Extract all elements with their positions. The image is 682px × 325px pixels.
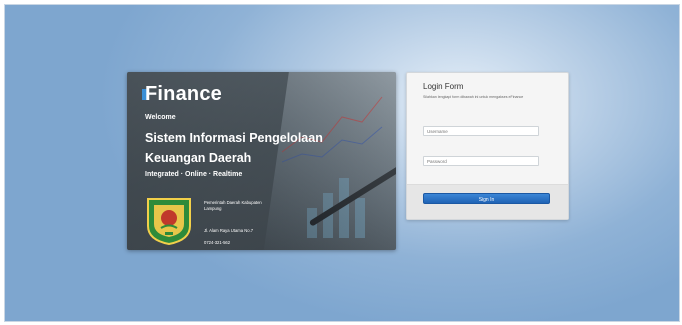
username-input[interactable] bbox=[423, 126, 539, 136]
org-address: Jl. Alam Raya Utama No.7 bbox=[204, 228, 254, 233]
system-title-line1: Sistem Informasi Pengelolaan bbox=[145, 131, 323, 145]
login-form-subtitle: Silahkan lengkapi form dibawah ini untuk… bbox=[423, 95, 524, 99]
login-form-footer: Sign In bbox=[407, 184, 568, 219]
password-input[interactable] bbox=[423, 156, 539, 166]
regency-emblem-icon bbox=[147, 198, 191, 246]
org-name: Pemerintah Daerah Kabupaten bbox=[204, 200, 262, 205]
system-title-line2: Keuangan Daerah bbox=[145, 151, 252, 165]
login-form-title: Login Form bbox=[423, 82, 464, 91]
login-form: Login Form Silahkan lengkapi form dibawa… bbox=[406, 72, 569, 220]
org-phone: 0724-321-562 bbox=[204, 240, 231, 245]
sign-in-button[interactable]: Sign In bbox=[423, 193, 550, 204]
org-region: Lampung bbox=[204, 206, 222, 211]
tagline: Integrated · Online · Realtime bbox=[145, 171, 243, 178]
welcome-text: Welcome bbox=[145, 114, 176, 121]
brand-logo-text: Finance bbox=[145, 83, 222, 105]
